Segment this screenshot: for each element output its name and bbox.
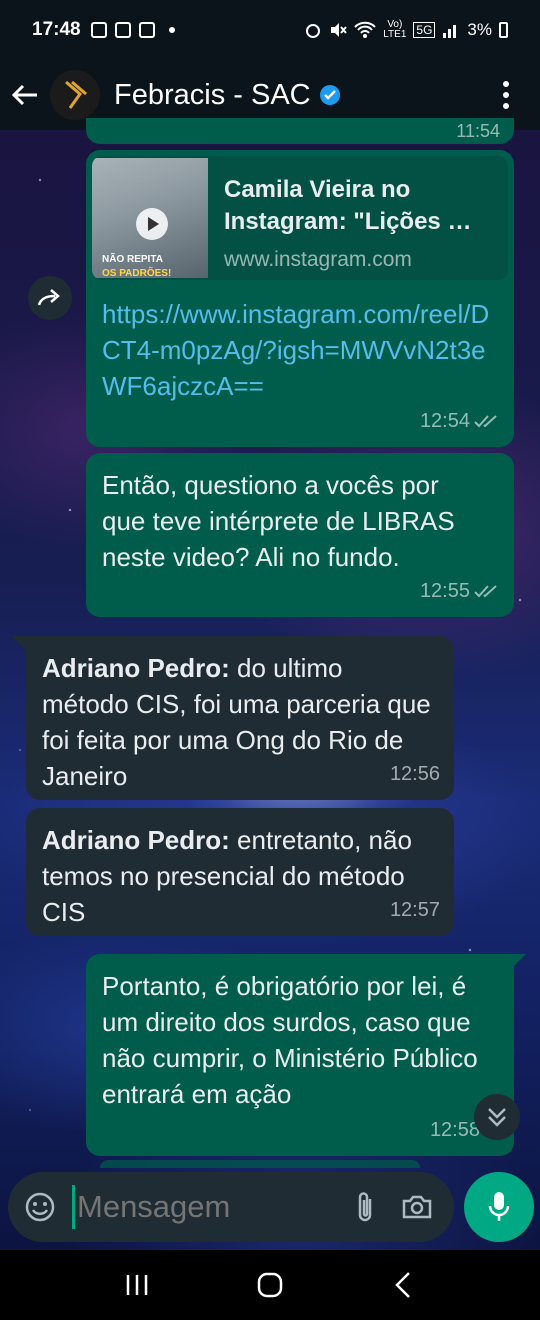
camera-notification-icon [138,22,155,38]
verified-badge-icon [319,85,340,105]
sender-name: Adriano Pedro: [42,653,230,683]
camera-icon[interactable] [388,1177,446,1237]
message-text: Portanto, é obrigatório por lei, é um di… [102,971,478,1109]
attach-icon[interactable] [342,1177,388,1237]
play-icon [136,208,168,240]
previous-message[interactable]: 11:54 [86,118,514,144]
bubble-tail [512,954,526,968]
preview-domain: www.instagram.com [224,248,412,271]
battery-icon [499,22,508,38]
message-time: 12:58 [429,1119,480,1141]
message-text: Então, questiono a vocês por que teve in… [102,470,455,572]
message-text: Adriano Pedro: do ultimo método CIS, foi… [42,650,432,794]
notification-icons [90,22,175,38]
recents-icon [126,1275,147,1295]
back-button[interactable] [373,1255,433,1315]
battery-percent: 3% [467,20,492,39]
wifi-icon [354,21,376,38]
back-arrow-icon[interactable] [0,65,50,125]
link-message[interactable]: NÃO REPITA OS PADRÕES! Camila Vieira no … [86,150,514,447]
sender-name: Adriano Pedro: [42,825,230,855]
microphone-icon [488,1192,510,1221]
back-chevron-icon [395,1272,411,1298]
system-icons: Vo) LTE1 5G 3% [304,20,508,40]
message-time: 12:54 [419,410,470,432]
volte-indicator: Vo) LTE1 [383,19,407,40]
double-chevron-down-icon [488,1108,506,1127]
recent-apps-button[interactable] [107,1255,167,1315]
contact-name[interactable]: Febracis - SAC [114,79,311,112]
message-time: 12:56 [389,763,440,785]
system-navigation-bar [0,1250,540,1320]
contact-avatar[interactable] [50,70,100,120]
preview-thumbnail: NÃO REPITA OS PADRÕES! [92,158,208,279]
febracis-logo-icon [65,80,87,109]
message-composer [8,1172,454,1242]
home-icon [257,1272,283,1298]
voice-message-button[interactable] [464,1172,534,1242]
network-gen: 5G [413,22,436,38]
thumbnail-caption: OS PADRÕES! [102,268,172,279]
message-text: Adriano Pedro: entretanto, não temos no … [42,822,432,930]
incoming-message[interactable]: Adriano Pedro: do ultimo método CIS, foi… [26,636,454,800]
double-check-icon [474,585,497,598]
outgoing-message[interactable]: Então, questiono a vocês por que teve in… [86,453,514,617]
message-time: 12:55 [419,580,470,602]
home-button[interactable] [240,1255,300,1315]
app-notification-icon [114,22,131,38]
alarm-icon [306,24,321,38]
message-input[interactable] [77,1189,327,1225]
incoming-message[interactable]: Adriano Pedro: entretanto, não temos no … [26,808,454,936]
mute-icon [331,23,348,37]
emoji-icon[interactable] [10,1177,70,1237]
forward-icon[interactable] [28,276,72,320]
link-preview-card[interactable]: NÃO REPITA OS PADRÕES! Camila Vieira no … [92,156,508,280]
message-time: 11:54 [456,121,500,141]
outgoing-message[interactable]: Portanto, é obrigatório por lei, é um di… [86,954,514,1156]
message-link[interactable]: https://www.instagram.com/reel/DCT4-m0pz… [102,296,494,404]
status-bar: 17:48 Vo) LTE1 5G 3% [0,0,540,60]
gallery-notification-icon [90,22,107,38]
message-time: 12:57 [389,899,440,921]
status-time: 17:48 [32,19,81,40]
double-check-icon [474,415,497,428]
more-options-icon[interactable] [486,65,526,125]
signal-icon [443,25,457,38]
more-notifications-icon [168,27,175,33]
bubble-tail [12,636,26,650]
preview-title: Camila Vieira no Instagram: "Lições … [224,176,472,235]
next-message [100,1160,420,1168]
text-cursor [72,1185,75,1229]
scroll-to-bottom-button[interactable] [474,1094,520,1140]
